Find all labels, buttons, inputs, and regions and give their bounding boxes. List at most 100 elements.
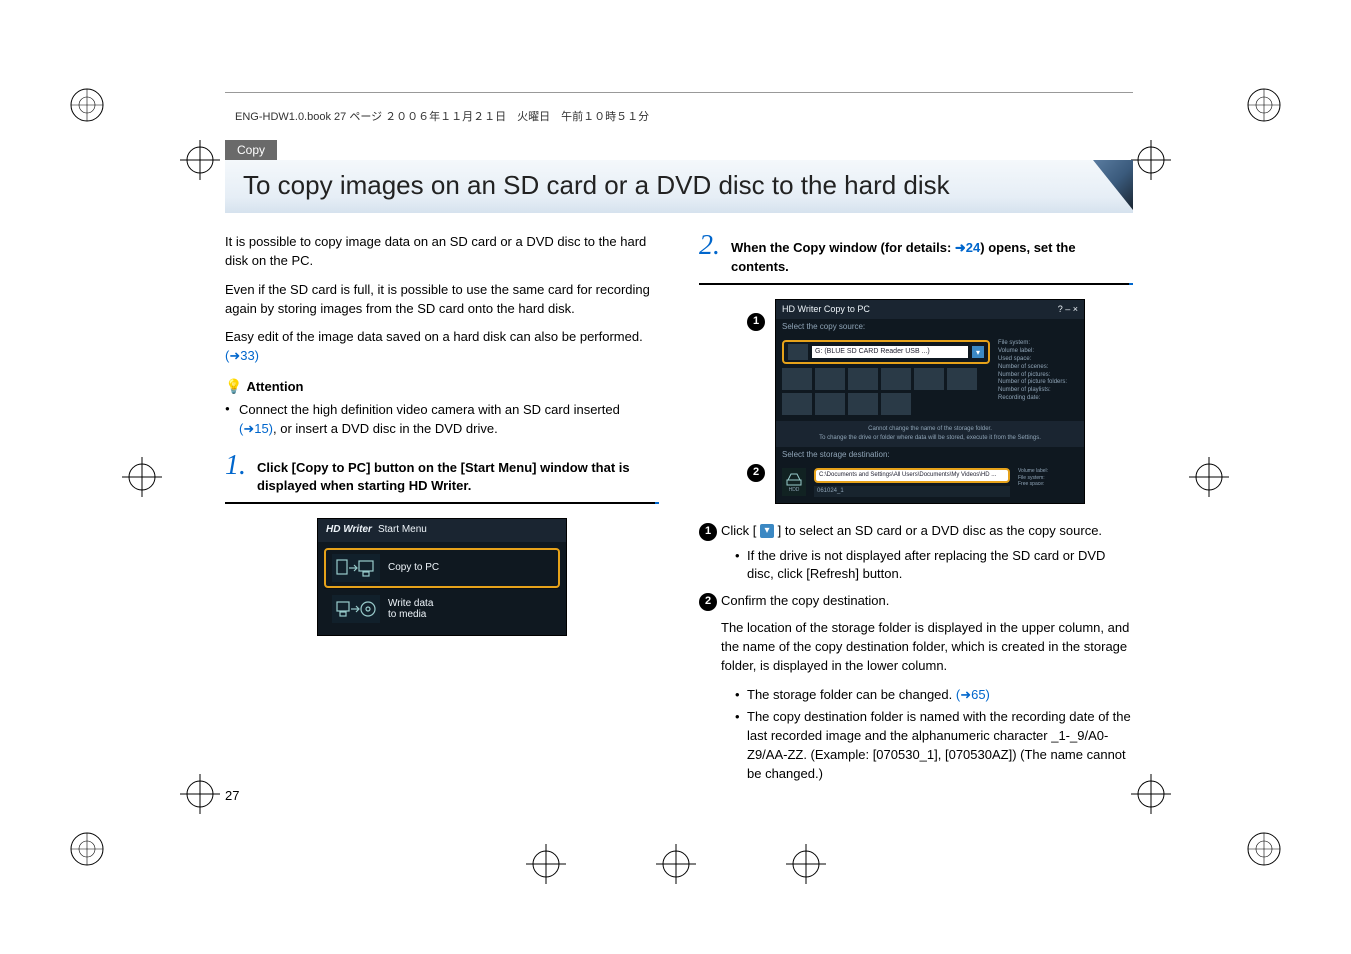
fig2-dest-panel: HDD C:\Documents and Settings\All Users\…: [776, 462, 1084, 502]
step-number-1: 1.: [225, 453, 249, 478]
registration-mark-icon: [1247, 88, 1281, 122]
step-1: 1. Click [Copy to PC] button on the [Sta…: [225, 453, 659, 497]
crosshair-icon: [786, 844, 826, 884]
crosshair-icon: [1189, 457, 1229, 497]
figure-2-screenshot: HD Writer Copy to PC? – × Select the cop…: [775, 299, 1085, 504]
right-column: 2. When the Copy window (for details: ➜2…: [699, 233, 1133, 788]
thumbnail: [782, 368, 812, 390]
sd-to-pc-icon: [332, 554, 380, 582]
fig2-titlebar: HD Writer Copy to PC ? – ×: [776, 300, 1084, 319]
callout-list: 1 Click [ ▾ ] to select an SD card or a …: [699, 522, 1133, 611]
registration-mark-icon: [1247, 832, 1281, 866]
page-number: 27: [225, 788, 239, 803]
xref-link-24[interactable]: ➜24: [955, 240, 980, 255]
step-divider: [225, 502, 659, 504]
attention-item-text-a: Connect the high definition video camera…: [239, 402, 620, 417]
callout-1-subitem: If the drive is not displayed after repl…: [735, 547, 1133, 585]
crosshair-icon: [180, 140, 220, 180]
intro-paragraph-3: Easy edit of the image data saved on a h…: [225, 328, 659, 366]
fig1-titlebar: HD Writer Start Menu: [318, 519, 566, 542]
intro-paragraph-2: Even if the SD card is full, it is possi…: [225, 281, 659, 319]
fig2-title: HD Writer Copy to PC: [782, 303, 870, 316]
pc-to-disc-icon: [332, 595, 380, 623]
callout-1-text-a: Click [: [721, 523, 760, 538]
page-title: To copy images on an SD card or a DVD di…: [243, 170, 1115, 201]
fig2-dest-subtitle: Select the storage destination:: [776, 447, 1084, 463]
crosshair-icon: [180, 774, 220, 814]
fig2-source-panel: G: (BLUE SD CARD Reader USB ...) ▾ File …: [776, 334, 1084, 421]
fig2-thumbnails: [782, 368, 990, 415]
hdd-icon: HDD: [782, 468, 806, 496]
page: ENG-HDW1.0.book 27 ページ ２００６年１１月２１日 火曜日 午…: [0, 0, 1351, 954]
left-column: It is possible to copy image data on an …: [225, 233, 659, 788]
callout-2-num-icon: 2: [699, 593, 717, 611]
fig2-msg-line1: Cannot change the name of the storage fo…: [868, 426, 992, 432]
content-area: Copy To copy images on an SD card or a D…: [225, 140, 1133, 788]
crosshair-icon: [526, 844, 566, 884]
columns: It is possible to copy image data on an …: [225, 233, 1133, 788]
crosshair-icon: [122, 457, 162, 497]
callout-1-sublist: If the drive is not displayed after repl…: [721, 547, 1133, 585]
fig1-brand: HD Writer: [326, 523, 372, 538]
callout-2-subitem-2: The copy destination folder is named wit…: [735, 708, 1133, 783]
callout-2-sub1-text: The storage folder can be changed.: [747, 687, 956, 702]
thumbnail: [848, 393, 878, 415]
figure-2-callouts: 1 2: [747, 299, 765, 504]
xref-link-65[interactable]: (➜65): [956, 687, 990, 702]
callout-1: 1 Click [ ▾ ] to select an SD card or a …: [699, 522, 1133, 585]
thumbnail: [782, 393, 812, 415]
fig1-write-label: Write data to media: [388, 598, 433, 620]
callout-2-paragraph: The location of the storage folder is di…: [721, 619, 1133, 676]
step-2: 2. When the Copy window (for details: ➜2…: [699, 233, 1133, 277]
attention-list: Connect the high definition video camera…: [225, 401, 659, 439]
fig2-dest-stats: Volume label:File system:Free space:: [1018, 468, 1078, 496]
step-1-text: Click [Copy to PC] button on the [Start …: [257, 453, 659, 497]
thumbnail: [815, 393, 845, 415]
fig1-menu-label: Start Menu: [378, 523, 427, 538]
callout-2-detail: The location of the storage folder is di…: [699, 619, 1133, 784]
crosshair-icon: [656, 844, 696, 884]
crosshair-icon: [1131, 140, 1171, 180]
thumbnail: [947, 368, 977, 390]
step-divider: [699, 283, 1133, 285]
fig1-write-line1: Write data: [388, 598, 433, 609]
attention-heading: 💡 Attention: [225, 376, 659, 397]
callout-2-sublist: The storage folder can be changed. (➜65)…: [721, 686, 1133, 784]
xref-link-15[interactable]: (➜15): [239, 421, 273, 436]
fig2-dest-fields: C:\Documents and Settings\All Users\Docu…: [814, 468, 1010, 496]
callout-1-num-icon: 1: [699, 523, 717, 541]
intro-paragraph-3-text: Easy edit of the image data saved on a h…: [225, 329, 643, 344]
fig2-source-field: G: (BLUE SD CARD Reader USB ...): [812, 346, 968, 358]
sd-card-icon: [788, 344, 808, 360]
hdd-label: HDD: [789, 487, 800, 494]
lightbulb-icon: 💡: [225, 378, 242, 394]
figure-2-wrap: 1 2 HD Writer Copy to PC ? – × Select the…: [699, 299, 1133, 504]
dropdown-icon: ▾: [972, 346, 984, 358]
registration-mark-icon: [70, 88, 104, 122]
fig1-copy-to-pc-button: Copy to PC: [324, 548, 560, 588]
callout-2: 2 Confirm the copy destination.: [699, 592, 1133, 611]
callout-1-icon: 1: [747, 313, 765, 331]
title-wrap: To copy images on an SD card or a DVD di…: [225, 160, 1133, 213]
callout-2-icon: 2: [747, 464, 765, 482]
folio-text: ENG-HDW1.0.book 27 ページ ２００６年１１月２１日 火曜日 午…: [235, 108, 649, 124]
attention-label: Attention: [246, 379, 303, 394]
attention-item-text-b: , or insert a DVD disc in the DVD drive.: [273, 421, 498, 436]
fig2-source-selector: G: (BLUE SD CARD Reader USB ...) ▾: [782, 340, 990, 364]
fig1-write-data-button: Write data to media: [324, 588, 560, 629]
intro-paragraph-1: It is possible to copy image data on an …: [225, 233, 659, 271]
crosshair-icon: [1131, 774, 1171, 814]
step-2-text-a: When the Copy window (for details:: [731, 240, 955, 255]
fig1-write-line2: to media: [388, 609, 426, 620]
thumbnail: [815, 368, 845, 390]
attention-item: Connect the high definition video camera…: [225, 401, 659, 439]
step-2-text: When the Copy window (for details: ➜24) …: [731, 233, 1133, 277]
thumbnail: [914, 368, 944, 390]
callout-2-text: Confirm the copy destination.: [721, 593, 889, 608]
xref-link-33[interactable]: (➜33): [225, 348, 259, 363]
fig2-message: Cannot change the name of the storage fo…: [776, 421, 1084, 446]
folio-divider: [225, 92, 1133, 93]
fig2-window-buttons-icon: ? – ×: [1058, 303, 1078, 316]
registration-mark-icon: [70, 832, 104, 866]
section-tab: Copy: [225, 140, 277, 160]
